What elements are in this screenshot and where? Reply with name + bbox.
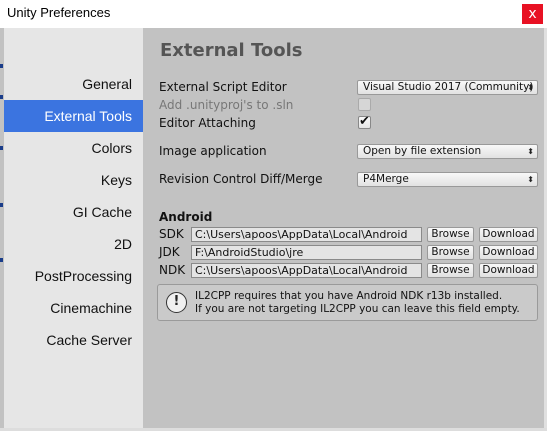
info-icon: ! (166, 292, 187, 313)
sidebar-item-label: Cinemachine (50, 300, 132, 316)
sidebar-item-label: GI Cache (72, 204, 132, 220)
image-application-label: Image application (159, 144, 267, 158)
ndk-path-field[interactable]: C:\Users\apoos\AppData\Local\Android (191, 263, 422, 278)
sdk-label: SDK (159, 227, 184, 241)
sidebar-item-cinemachine[interactable]: Cinemachine (4, 292, 143, 324)
preferences-content: External Tools External Script Editor Vi… (143, 28, 544, 428)
window-title: Unity Preferences (7, 5, 111, 20)
ndk-download-button[interactable]: Download (479, 263, 538, 278)
sidebar-item-keys[interactable]: Keys (4, 164, 143, 196)
external-script-editor-label: External Script Editor (159, 80, 287, 94)
preferences-sidebar: General External Tools Colors Keys GI Ca… (4, 28, 143, 428)
background-marker (0, 258, 3, 262)
sdk-browse-button[interactable]: Browse (427, 227, 474, 242)
sidebar-item-label: General (82, 76, 132, 92)
sidebar-item-label: Cache Server (46, 332, 132, 348)
sidebar-item-external-tools[interactable]: External Tools (4, 100, 143, 132)
revision-control-dropdown[interactable]: P4Merge ⬍ (357, 172, 538, 187)
add-unityproj-label: Add .unityproj's to .sln (159, 98, 294, 112)
dropdown-value: P4Merge (363, 173, 409, 185)
background-marker (0, 146, 3, 150)
dropdown-value: Open by file extension (363, 145, 482, 157)
android-section-header: Android (159, 210, 213, 224)
sidebar-item-label: 2D (114, 236, 132, 252)
sidebar-item-colors[interactable]: Colors (4, 132, 143, 164)
background-marker (0, 95, 3, 99)
jdk-download-button[interactable]: Download (479, 245, 538, 260)
background-marker (0, 64, 3, 68)
close-button[interactable]: x (522, 4, 543, 24)
sidebar-item-label: Keys (100, 172, 132, 188)
dropdown-arrow-icon: ⬍ (527, 147, 534, 156)
title-bar: Unity Preferences x (0, 0, 547, 28)
background-marker (0, 203, 3, 207)
info-message-line-1: IL2CPP requires that you have Android ND… (195, 290, 503, 302)
close-icon: x (528, 6, 537, 22)
sidebar-item-2d[interactable]: 2D (4, 228, 143, 260)
jdk-browse-button[interactable]: Browse (427, 245, 474, 260)
sidebar-item-gi-cache[interactable]: GI Cache (4, 196, 143, 228)
add-unityproj-checkbox[interactable] (358, 98, 371, 111)
sidebar-item-label: Colors (91, 140, 132, 156)
sdk-download-button[interactable]: Download (479, 227, 538, 242)
sidebar-item-general[interactable]: General (4, 68, 143, 100)
sidebar-item-label: External Tools (44, 108, 132, 124)
sidebar-item-postprocessing[interactable]: PostProcessing (4, 260, 143, 292)
ndk-label: NDK (159, 263, 186, 277)
info-message-line-2: If you are not targeting IL2CPP you can … (195, 303, 520, 315)
checkmark-icon: ✔ (359, 114, 370, 129)
revision-control-label: Revision Control Diff/Merge (159, 172, 323, 186)
jdk-path-field[interactable]: F:\AndroidStudio\jre (191, 245, 422, 260)
ndk-browse-button[interactable]: Browse (427, 263, 474, 278)
image-application-dropdown[interactable]: Open by file extension ⬍ (357, 144, 538, 159)
editor-attaching-label: Editor Attaching (159, 116, 256, 130)
dropdown-arrow-icon: ⬍ (527, 83, 534, 92)
dropdown-arrow-icon: ⬍ (527, 175, 534, 184)
editor-attaching-checkbox[interactable]: ✔ (358, 114, 371, 129)
jdk-label: JDK (159, 245, 180, 259)
dropdown-value: Visual Studio 2017 (Community) (363, 81, 534, 93)
external-script-editor-dropdown[interactable]: Visual Studio 2017 (Community) ⬍ (357, 80, 538, 95)
sdk-path-field[interactable]: C:\Users\apoos\AppData\Local\Android (191, 227, 422, 242)
sidebar-item-label: PostProcessing (34, 268, 132, 284)
sidebar-item-cache-server[interactable]: Cache Server (4, 324, 143, 356)
page-title: External Tools (160, 40, 303, 61)
il2cpp-info-box: ! IL2CPP requires that you have Android … (157, 284, 538, 321)
